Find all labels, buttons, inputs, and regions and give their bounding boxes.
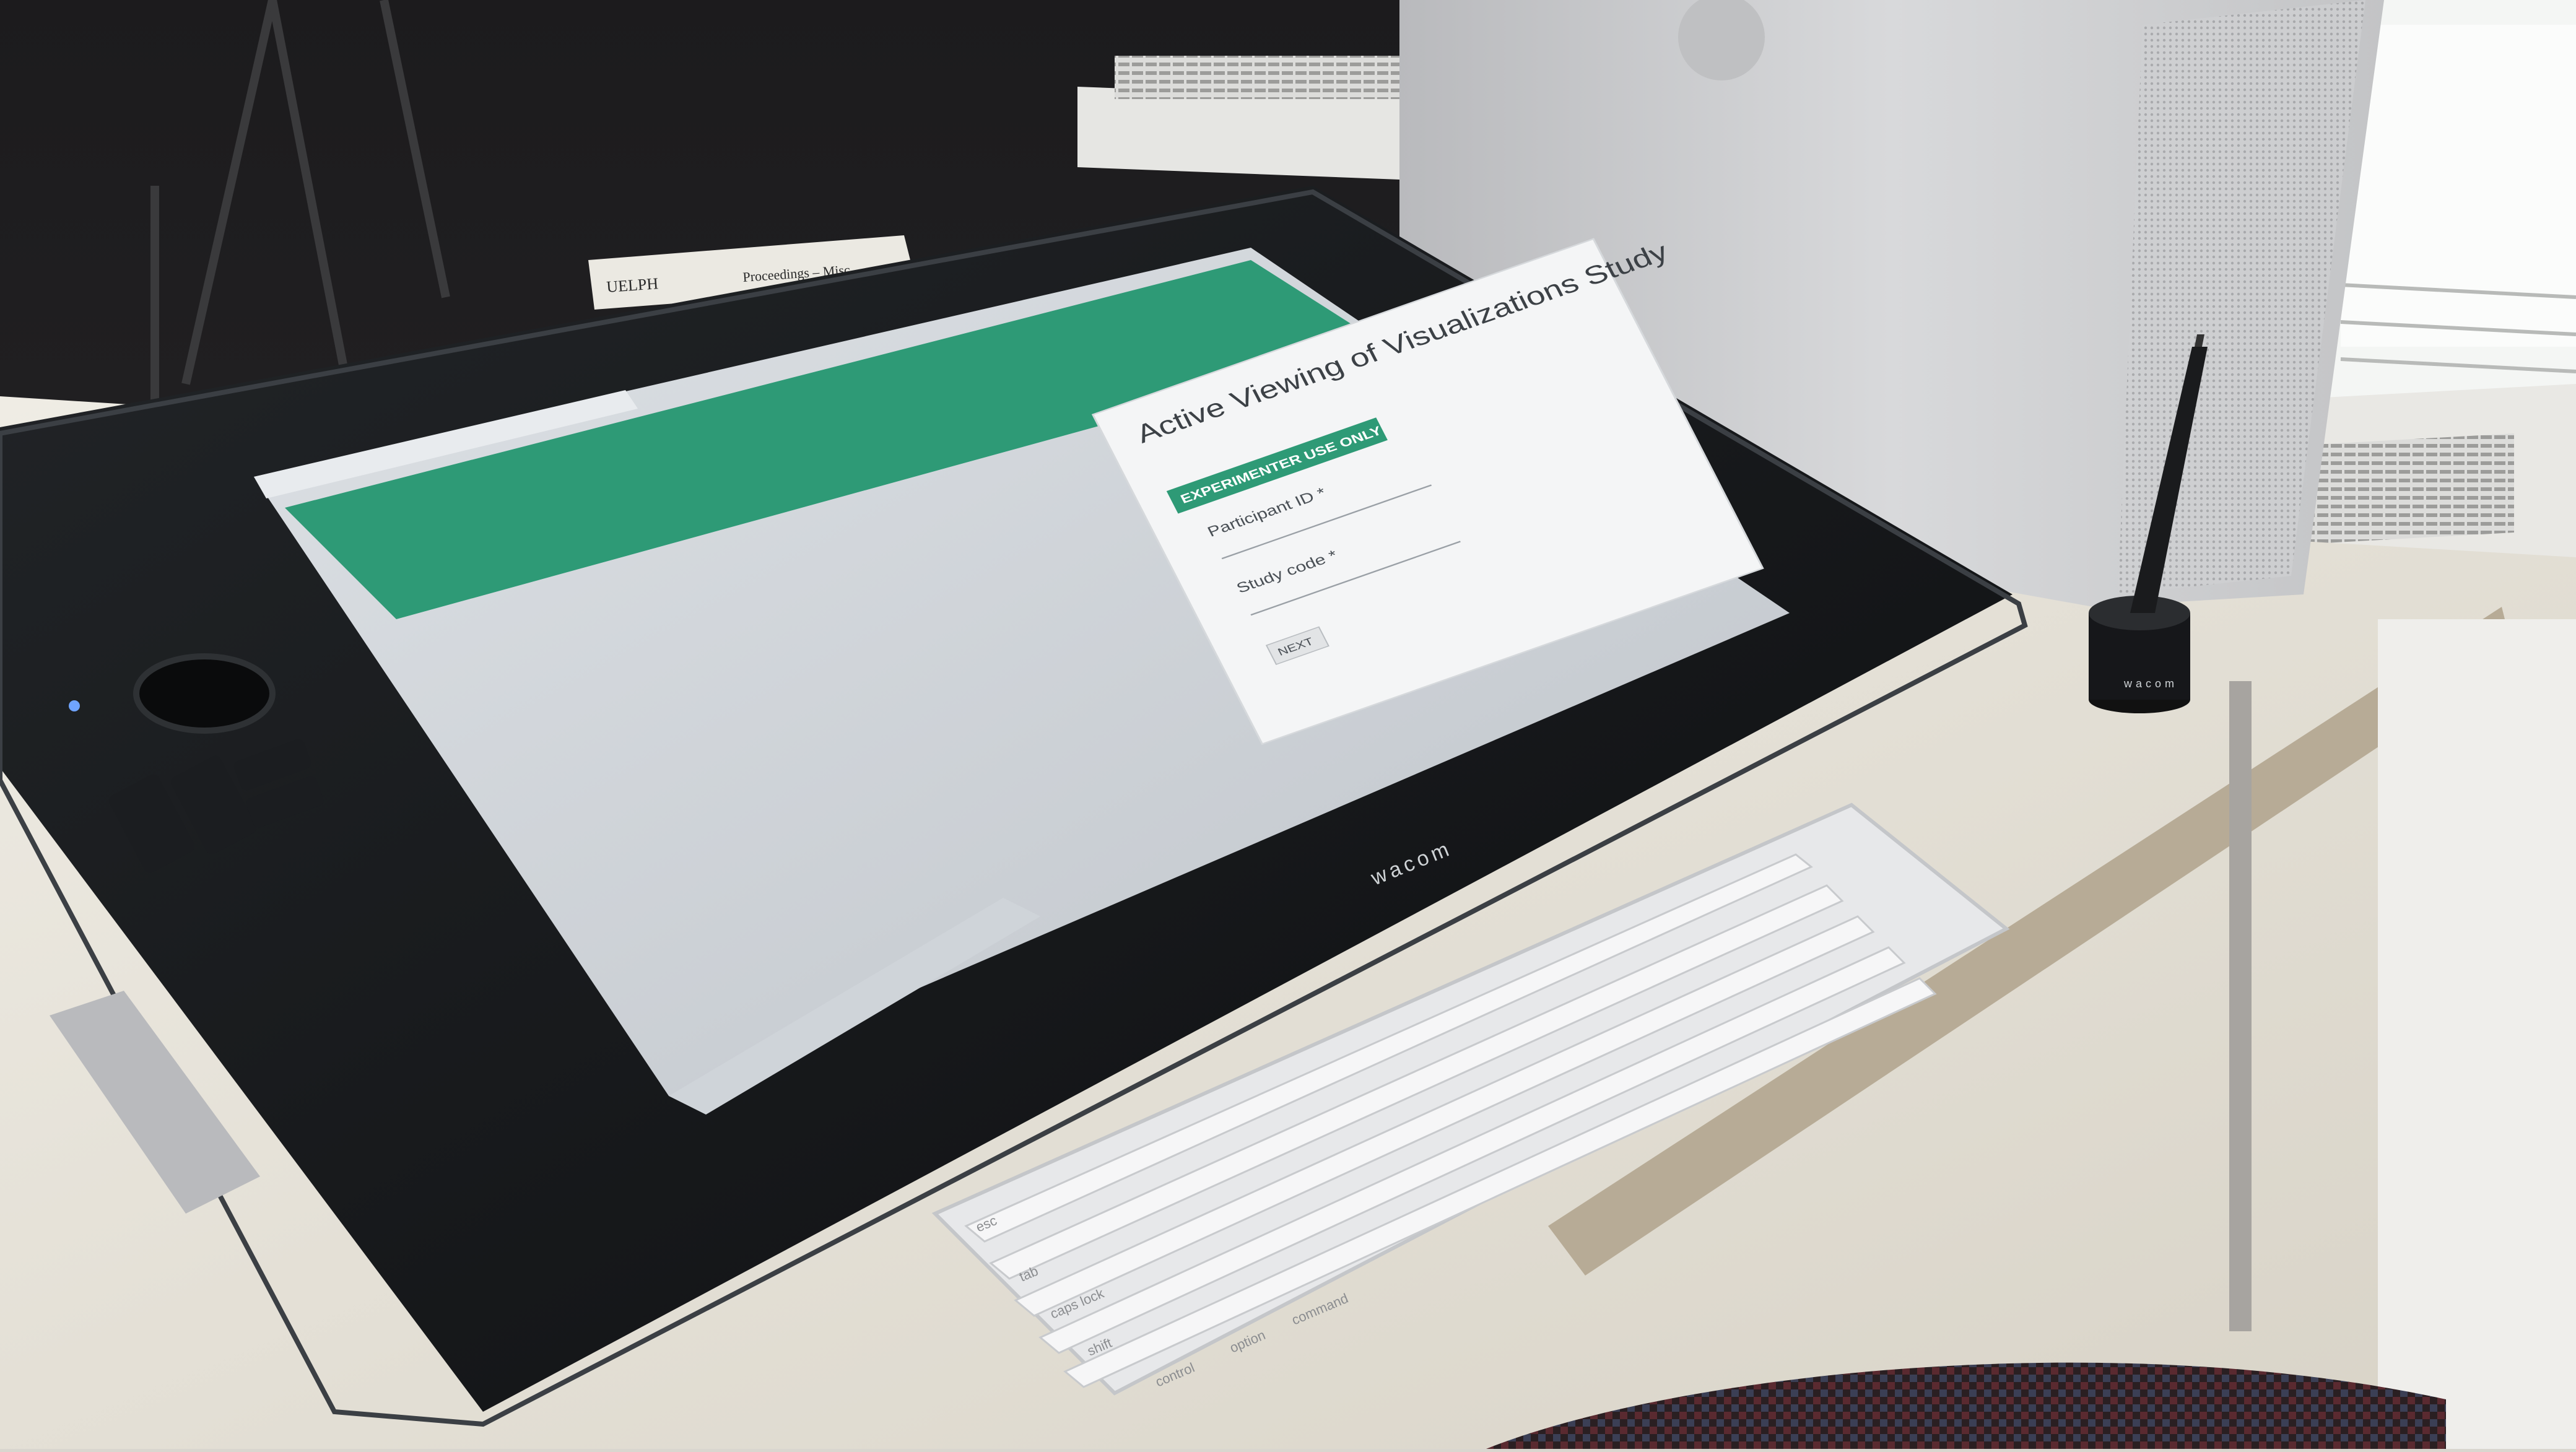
pen-stand: wacom [2089, 596, 2190, 713]
radiator [1077, 87, 1399, 180]
scene-svg: UELPH Proceedings – Misc wacom Active Vi… [0, 0, 2576, 1449]
binder-label-left: UELPH [606, 274, 659, 296]
wall-right [2378, 619, 2576, 1449]
pen-stand-brand: wacom [2123, 677, 2178, 690]
desk-leg [2229, 681, 2252, 1331]
touch-ring [133, 653, 276, 734]
photo-scene: UELPH Proceedings – Misc wacom Active Vi… [0, 0, 2576, 1449]
